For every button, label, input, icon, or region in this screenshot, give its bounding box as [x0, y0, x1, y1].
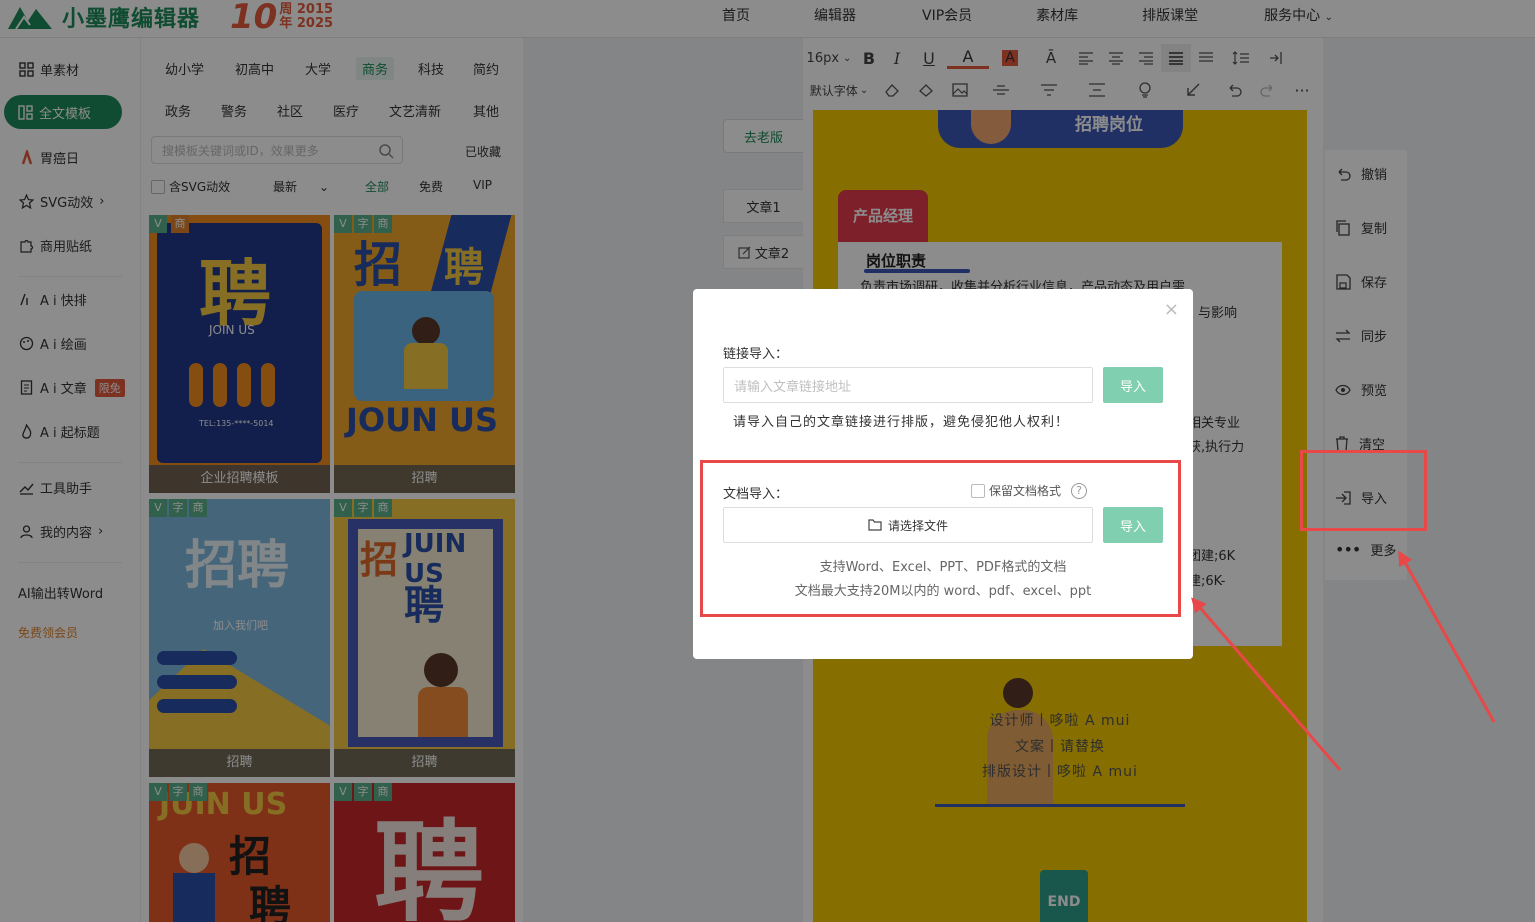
annotation-arrows — [1191, 550, 1496, 771]
